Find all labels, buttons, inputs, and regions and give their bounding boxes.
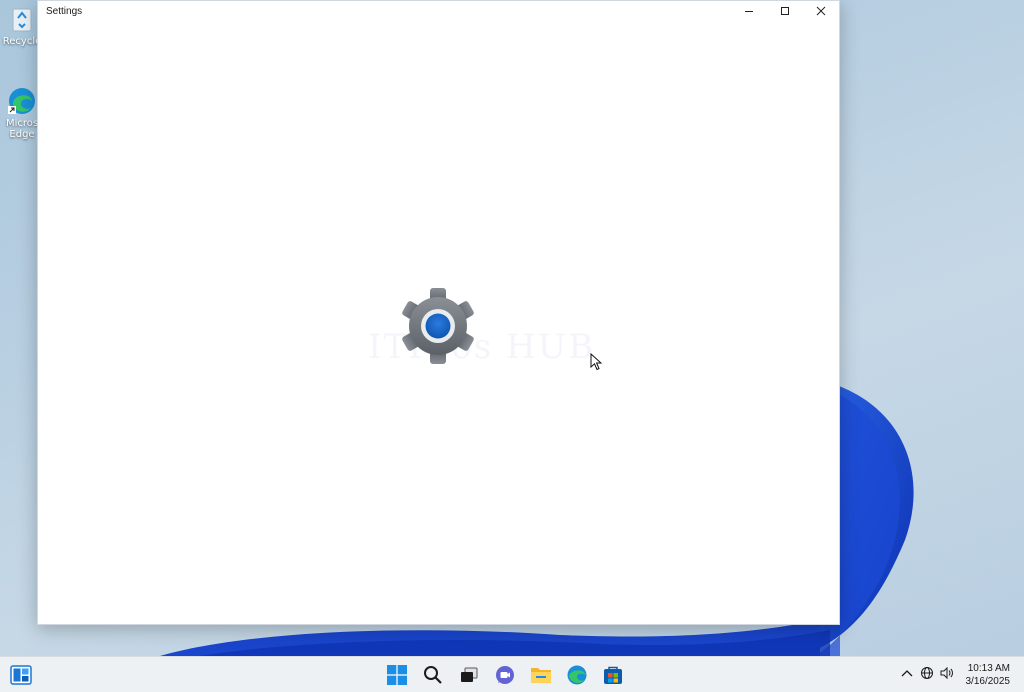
window-controls bbox=[731, 1, 839, 21]
teams-chat-icon bbox=[496, 666, 514, 684]
start-button[interactable] bbox=[384, 662, 410, 688]
desktop-icon-recycle-bin[interactable]: Recycle bbox=[2, 4, 42, 47]
maximize-button[interactable] bbox=[767, 1, 803, 21]
clock-date: 3/16/2025 bbox=[965, 676, 1011, 687]
file-explorer-button[interactable] bbox=[528, 662, 554, 688]
taskbar-apps bbox=[384, 661, 626, 689]
desktop-icon-edge[interactable]: Micros Edge bbox=[2, 86, 42, 140]
chevron-up-icon bbox=[901, 670, 913, 677]
settings-window[interactable]: Settings ITPros HUB bbox=[37, 0, 840, 625]
close-icon bbox=[816, 6, 826, 16]
volume-button[interactable] bbox=[940, 666, 954, 680]
network-button[interactable] bbox=[920, 666, 934, 680]
start-icon bbox=[387, 665, 407, 685]
edge-button[interactable] bbox=[564, 662, 590, 688]
system-tray bbox=[900, 666, 954, 680]
recycle-bin-icon bbox=[12, 8, 32, 32]
close-button[interactable] bbox=[803, 1, 839, 21]
store-icon bbox=[604, 666, 622, 684]
maximize-icon bbox=[781, 7, 789, 15]
minimize-button[interactable] bbox=[731, 1, 767, 21]
settings-gear-icon bbox=[402, 288, 474, 364]
taskbar-clock[interactable]: 10:13 AM 3/16/2025 bbox=[966, 662, 1011, 688]
widgets-icon[interactable] bbox=[10, 665, 32, 685]
volume-icon bbox=[940, 666, 953, 680]
task-view-button[interactable] bbox=[456, 662, 482, 688]
desktop-icon-label: Micros Edge bbox=[5, 118, 39, 140]
taskbar: 10:13 AM 3/16/2025 bbox=[0, 656, 1024, 692]
search-button[interactable] bbox=[420, 662, 446, 688]
store-button[interactable] bbox=[600, 662, 626, 688]
search-icon bbox=[424, 666, 442, 684]
network-icon bbox=[921, 667, 933, 679]
clock-time: 10:13 AM bbox=[967, 663, 1010, 674]
minimize-icon bbox=[745, 11, 753, 12]
task-view-icon bbox=[461, 667, 478, 682]
mouse-cursor-icon bbox=[590, 353, 602, 371]
edge-icon bbox=[567, 665, 587, 685]
tray-overflow-button[interactable] bbox=[900, 666, 914, 680]
desktop-icon-label: Recycle bbox=[2, 36, 42, 47]
window-title: Settings bbox=[46, 5, 83, 17]
title-bar[interactable]: Settings bbox=[38, 1, 839, 21]
edge-icon bbox=[8, 88, 35, 114]
teams-chat-button[interactable] bbox=[492, 662, 518, 688]
file-explorer-icon bbox=[531, 668, 551, 683]
